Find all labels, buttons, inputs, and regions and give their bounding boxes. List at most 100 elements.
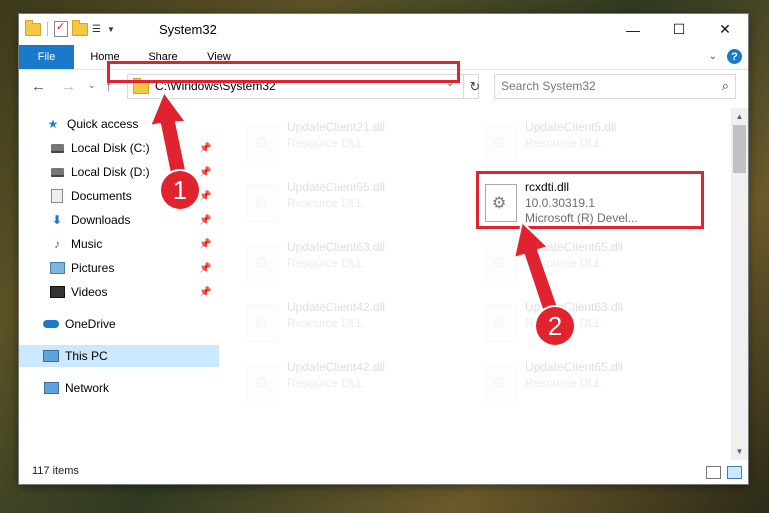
- scroll-up-arrow-icon[interactable]: ▲: [731, 108, 748, 125]
- navigation-pane: ★ Quick access Local Disk (C:) 📌 Local D…: [19, 108, 237, 460]
- search-input[interactable]: Search System32: [501, 79, 596, 93]
- file-item[interactable]: UpdateClient42.dll Resource DLL: [239, 354, 469, 408]
- recent-locations-chevron-icon[interactable]: ⌄: [88, 80, 96, 91]
- sidebar-item-quick-access[interactable]: ★ Quick access: [19, 113, 239, 135]
- forward-arrow-icon[interactable]: →: [61, 78, 76, 95]
- drive-icon: [49, 165, 65, 179]
- file-item[interactable]: UpdateClient63.dll Resource DLL: [239, 234, 469, 288]
- details-view-icon[interactable]: [706, 466, 721, 479]
- file-highlight: [476, 171, 704, 229]
- file-type: Resource DLL: [287, 256, 364, 270]
- file-list: UpdateClient21.dll Resource DLL UpdateCl…: [219, 108, 731, 460]
- dll-file-icon: [485, 124, 517, 162]
- pin-icon[interactable]: 📌: [199, 167, 211, 178]
- file-name: UpdateClient63.dll: [287, 240, 386, 254]
- new-folder-icon[interactable]: [72, 19, 88, 36]
- sidebar-item-label: Quick access: [67, 117, 139, 131]
- file-type: Resource DLL: [525, 136, 602, 150]
- scrollbar-thumb[interactable]: [733, 125, 746, 173]
- pin-icon[interactable]: 📌: [199, 263, 211, 274]
- dll-file-icon: [485, 244, 517, 282]
- file-item[interactable]: UpdateClient21.dll Resource DLL: [239, 114, 469, 168]
- help-icon[interactable]: ?: [727, 49, 742, 64]
- pin-icon[interactable]: 📌: [199, 215, 211, 226]
- sidebar-item-local-disk-d[interactable]: Local Disk (D:) 📌: [19, 161, 243, 183]
- quick-access-toolbar: ☰ ▼: [25, 19, 115, 38]
- checklist-icon[interactable]: ☰: [92, 24, 101, 35]
- sidebar-item-label: OneDrive: [65, 317, 116, 331]
- back-arrow-icon[interactable]: ←: [31, 78, 46, 95]
- dll-file-icon: [247, 244, 279, 282]
- pin-icon[interactable]: 📌: [199, 191, 211, 202]
- sidebar-item-label: Pictures: [71, 261, 115, 275]
- dll-file-icon: [247, 184, 279, 222]
- sidebar-item-label: Local Disk (D:): [71, 165, 150, 179]
- sidebar-item-network[interactable]: Network: [19, 377, 237, 399]
- pin-icon[interactable]: 📌: [199, 287, 211, 298]
- file-name: UpdateClient21.dll: [287, 120, 386, 134]
- file-item[interactable]: UpdateClient65.dll Resource DLL: [239, 174, 469, 228]
- view-switcher: [706, 466, 742, 479]
- refresh-icon[interactable]: ↻: [463, 75, 486, 98]
- sidebar-item-onedrive[interactable]: OneDrive: [19, 313, 237, 335]
- sidebar-item-documents[interactable]: Documents 📌: [19, 185, 243, 207]
- file-name: UpdateClient65.dll: [525, 360, 624, 374]
- sidebar-item-label: Videos: [71, 285, 108, 299]
- download-icon: ⬇: [51, 213, 63, 227]
- dll-file-icon: [485, 364, 517, 402]
- dll-file-icon: [485, 304, 517, 342]
- ribbon-right-controls: ⌄ ?: [709, 49, 742, 64]
- tab-file[interactable]: File: [19, 45, 74, 69]
- sidebar-item-label: This PC: [65, 349, 108, 363]
- sidebar-item-label: Network: [65, 381, 110, 395]
- close-button[interactable]: ✕: [702, 14, 748, 45]
- properties-icon[interactable]: [54, 20, 68, 37]
- file-type: Resource DLL: [287, 196, 364, 210]
- item-count: 117 items: [32, 465, 79, 477]
- search-box[interactable]: Search System32 ⌕: [494, 74, 736, 99]
- document-icon: [49, 189, 65, 203]
- expand-ribbon-chevron-icon[interactable]: ⌄: [709, 51, 717, 62]
- sidebar-item-pictures[interactable]: Pictures 📌: [19, 257, 243, 279]
- file-name: UpdateClient5.dll: [525, 120, 617, 134]
- step-badge-2: 2: [536, 307, 574, 345]
- window-title: System32: [159, 22, 217, 37]
- sidebar-item-music[interactable]: ♪ Music 📌: [19, 233, 243, 255]
- network-icon: [43, 381, 59, 395]
- file-item[interactable]: UpdateClient42.dll Resource DLL: [239, 294, 469, 348]
- title-bar: ☰ ▼ System32 — ☐ ✕: [19, 14, 748, 45]
- window-controls: — ☐ ✕: [610, 14, 748, 45]
- file-name: UpdateClient42.dll: [287, 300, 386, 314]
- file-item[interactable]: UpdateClient5.dll Resource DLL: [477, 114, 707, 168]
- maximize-button[interactable]: ☐: [656, 14, 702, 45]
- dll-file-icon: [247, 304, 279, 342]
- customize-toolbar-dropdown-icon[interactable]: ▼: [107, 25, 115, 34]
- sidebar-item-local-disk-c[interactable]: Local Disk (C:) 📌: [19, 137, 243, 159]
- sidebar-item-label: Music: [71, 237, 103, 251]
- dll-file-icon: [247, 124, 279, 162]
- pin-icon[interactable]: 📌: [199, 143, 211, 154]
- file-name: UpdateClient65.dll: [525, 240, 624, 254]
- sidebar-item-this-pc[interactable]: This PC: [19, 345, 237, 367]
- address-bar-highlight: [107, 61, 460, 83]
- picture-icon: [49, 261, 65, 275]
- file-type: Resource DLL: [287, 316, 364, 330]
- computer-icon: [43, 349, 59, 363]
- search-icon[interactable]: ⌕: [722, 78, 729, 94]
- scroll-down-arrow-icon[interactable]: ▼: [731, 443, 748, 460]
- sidebar-item-label: Downloads: [71, 213, 131, 227]
- sidebar-item-downloads[interactable]: ⬇ Downloads 📌: [19, 209, 243, 231]
- dll-file-icon: [247, 364, 279, 402]
- pin-icon[interactable]: 📌: [199, 239, 211, 250]
- step-badge-1: 1: [161, 171, 199, 209]
- file-item[interactable]: UpdateClient65.dll Resource DLL: [477, 354, 707, 408]
- file-item[interactable]: UpdateClient65.dll Resource DLL: [477, 234, 707, 288]
- minimize-button[interactable]: —: [610, 14, 656, 45]
- sidebar-item-videos[interactable]: Videos 📌: [19, 281, 243, 303]
- large-icons-view-icon[interactable]: [727, 466, 742, 479]
- status-bar: 117 items: [19, 460, 748, 484]
- explorer-window: ☰ ▼ System32 — ☐ ✕ File Home Share View …: [19, 14, 748, 484]
- vertical-scrollbar[interactable]: ▲ ▼: [731, 108, 748, 460]
- file-type: Resource DLL: [525, 376, 602, 390]
- file-item[interactable]: UpdateClient63.dll Resource DLL: [477, 294, 707, 348]
